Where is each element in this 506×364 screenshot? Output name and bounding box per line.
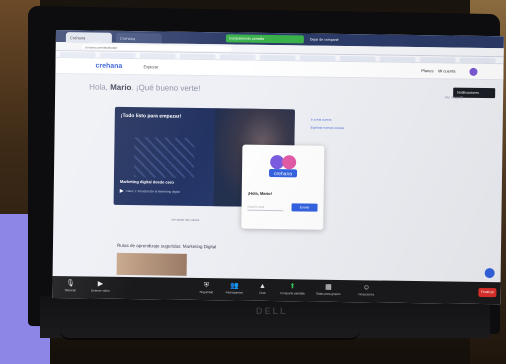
breakout-icon: ▦ bbox=[325, 283, 332, 291]
course-title: Marketing digital desde cero bbox=[119, 178, 174, 185]
share-screen-button[interactable]: ⬆ Compartir pantalla bbox=[278, 282, 306, 295]
welcome-popup: crehana ¡Hola, Mario! Escribe aquí Envia… bbox=[241, 144, 325, 230]
laptop-brand-logo: DELL bbox=[256, 306, 288, 316]
bookmark-item[interactable] bbox=[379, 56, 416, 63]
bookmark-item[interactable] bbox=[339, 55, 376, 62]
right-links: Ir a mis cursos Explorar nuevos cursos bbox=[311, 118, 431, 136]
stop-share-button[interactable]: Dejar de compartir bbox=[308, 36, 348, 45]
greeting-rest: . ¡Qué bueno verte! bbox=[131, 83, 201, 94]
greeting-name: Mario bbox=[110, 82, 132, 93]
my-courses-link[interactable]: Ir a mis cursos bbox=[311, 118, 431, 124]
bookmark-item[interactable] bbox=[459, 57, 496, 64]
popup-brand: crehana bbox=[274, 171, 292, 177]
course-meta[interactable]: Clase 1: Introducción al Marketing digit… bbox=[119, 188, 180, 194]
chat-button[interactable]: ▲ Chat bbox=[248, 282, 276, 295]
video-icon: ▶ bbox=[97, 280, 104, 288]
url-input[interactable]: crehana.com/dashboard bbox=[81, 44, 232, 52]
bookmark-item[interactable] bbox=[179, 53, 216, 60]
cable bbox=[60, 330, 360, 340]
security-button[interactable]: ⛨ Seguridad bbox=[192, 281, 220, 294]
browser-tab[interactable]: Crehana bbox=[65, 32, 112, 43]
bookmark-item[interactable] bbox=[419, 57, 456, 63]
share-screen-icon: ⬆ bbox=[289, 283, 296, 291]
zoom-toolbar-label: Silenciar bbox=[64, 288, 77, 293]
crehana-logo[interactable]: crehana bbox=[95, 63, 122, 70]
mute-button[interactable]: 🎙 Silenciar bbox=[56, 279, 84, 292]
screen-share-banner: Compartiendo pantalla bbox=[225, 34, 304, 44]
browser-tab[interactable]: Crehana bbox=[115, 32, 162, 44]
chat-icon: ▲ bbox=[258, 282, 266, 290]
popup-submit-button[interactable]: Enviar bbox=[291, 203, 318, 212]
nav-explore-link[interactable]: Explorar bbox=[143, 64, 158, 69]
bookmark-item[interactable] bbox=[299, 55, 336, 61]
course-lesson: Clase 1: Introducción al Marketing digit… bbox=[125, 188, 180, 194]
reactions-icon: ☺ bbox=[362, 284, 371, 292]
zoom-toolbar-label: Chat bbox=[259, 290, 266, 295]
stop-video-button[interactable]: ▶ Detener video bbox=[86, 279, 114, 293]
zoom-toolbar-label: Seguridad bbox=[199, 290, 214, 295]
laptop-screen: Crehana Crehana Compartiendo pantalla De… bbox=[52, 30, 504, 305]
nav-account-link[interactable]: Mi cuenta bbox=[438, 68, 455, 73]
zoom-toolbar-label: Detener video bbox=[90, 288, 110, 293]
section-title: Rutas de aprendizaje sugeridas: Marketin… bbox=[116, 242, 217, 250]
zoom-toolbar-label: Participantes bbox=[225, 290, 244, 295]
zoom-toolbar-label: Compartir pantalla bbox=[280, 291, 305, 296]
mascot-illustration-icon: crehana bbox=[268, 155, 298, 178]
participants-icon: 👥 bbox=[230, 282, 239, 290]
hero-title: ¡Todo listo para empezar! bbox=[120, 112, 182, 120]
microphone-icon: 🎙 bbox=[65, 280, 75, 288]
play-icon[interactable] bbox=[119, 189, 124, 194]
zoom-toolbar-label: Reacciones bbox=[358, 292, 375, 297]
nav-plans-link[interactable]: Planes bbox=[421, 68, 433, 73]
bookmark-item[interactable] bbox=[139, 53, 176, 59]
reactions-button[interactable]: ☺ Reacciones bbox=[352, 283, 380, 296]
all-courses-link[interactable]: Ver todos mis cursos bbox=[171, 218, 199, 222]
page-greeting: Hola, Mario. ¡Qué bueno verte! bbox=[89, 82, 200, 93]
learning-path-card[interactable] bbox=[116, 252, 187, 276]
popup-input[interactable]: Escribe aquí bbox=[247, 204, 284, 212]
breakout-rooms-button[interactable]: ▦ Salas para grupos bbox=[314, 283, 342, 296]
profile-link[interactable]: Ver mi perfil bbox=[445, 95, 464, 99]
chat-fab-button[interactable] bbox=[484, 268, 495, 279]
greeting-hello: Hola, bbox=[89, 82, 108, 92]
bookmark-item[interactable] bbox=[219, 54, 256, 60]
participants-button[interactable]: 👥 Participantes bbox=[220, 281, 248, 294]
avatar[interactable] bbox=[469, 67, 478, 76]
popup-question: ¡Hola, Mario! bbox=[247, 190, 273, 197]
bookmark-item[interactable] bbox=[99, 52, 136, 59]
end-meeting-button[interactable]: Finalizar bbox=[478, 287, 497, 298]
explore-courses-link[interactable]: Explorar nuevos cursos bbox=[311, 126, 431, 132]
zoom-toolbar-label: Salas para grupos bbox=[316, 291, 341, 296]
bookmark-item[interactable] bbox=[59, 52, 96, 58]
hero-pattern bbox=[133, 137, 195, 178]
bookmark-item[interactable] bbox=[259, 54, 296, 61]
shield-icon: ⛨ bbox=[203, 282, 210, 290]
